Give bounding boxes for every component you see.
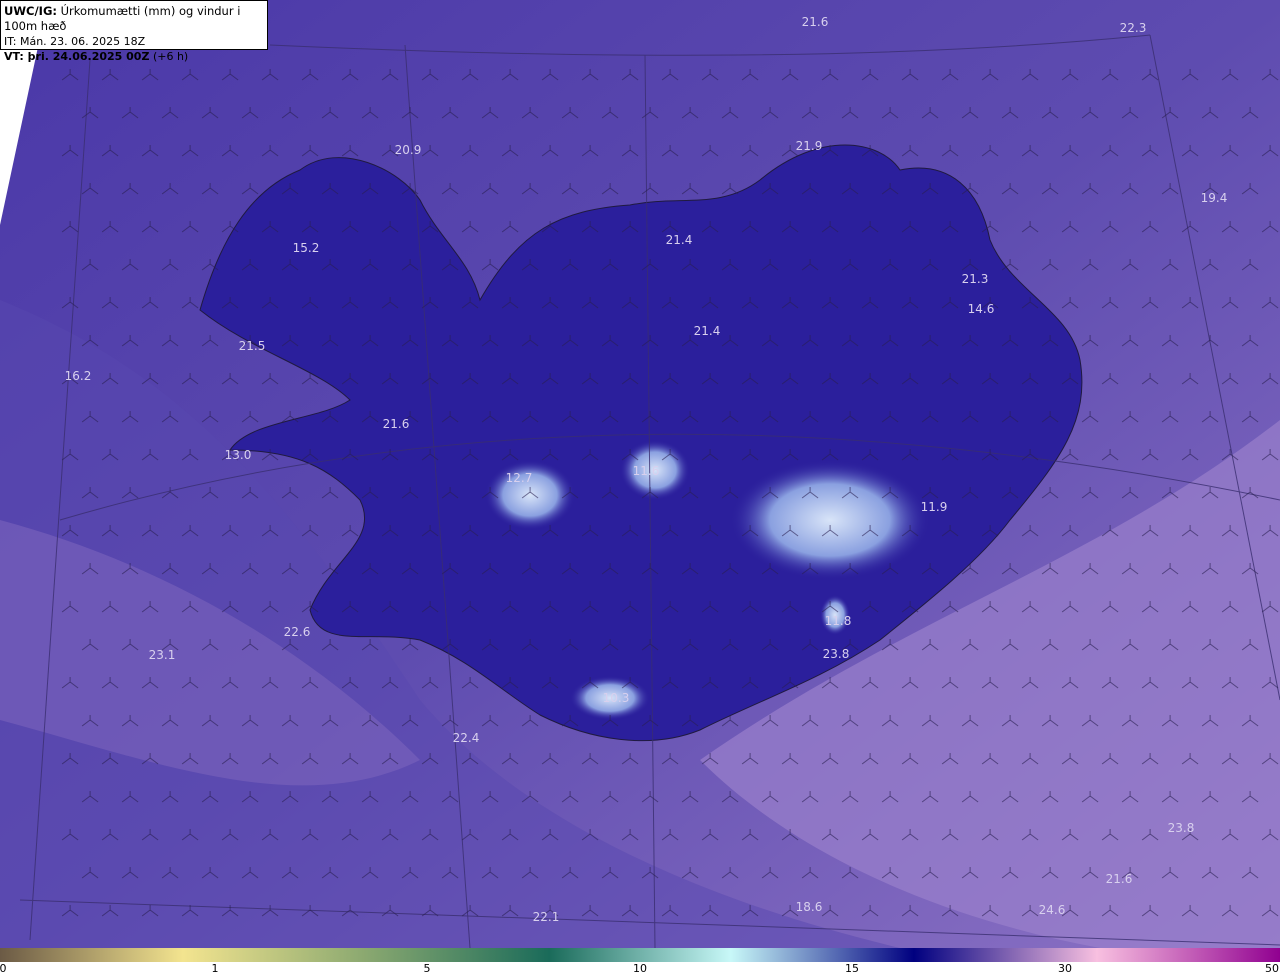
map-value-label: 14.6	[967, 302, 995, 316]
map-value-label: 21.4	[665, 233, 693, 247]
map-value-label: 10.3	[602, 691, 630, 705]
map-value-label: 21.6	[1105, 872, 1133, 886]
lead-time: (+6 h)	[152, 50, 189, 63]
map-info-box: UWC/IG: Úrkomumætti (mm) og vindur i 100…	[0, 0, 268, 63]
map-value-label: 21.6	[382, 417, 410, 431]
glacier-vatnajokull	[730, 460, 930, 580]
issue-time: IT: Mán. 23. 06. 2025 18Z	[4, 35, 146, 48]
map-value-label: 21.3	[961, 272, 989, 286]
map-value-label: 21.6	[801, 15, 829, 29]
color-scale-tick: 50	[1265, 962, 1279, 975]
map-value-label: 24.6	[1038, 903, 1066, 917]
map-value-label: 18.6	[795, 900, 823, 914]
map-value-label: 23.8	[1167, 821, 1195, 835]
map-value-label: 13.0	[224, 448, 252, 462]
map-value-label: 21.5	[238, 339, 266, 353]
map-value-label: 23.8	[822, 647, 850, 661]
map-value-label: 19.4	[1200, 191, 1228, 205]
map-value-label: 12.7	[505, 471, 533, 485]
map-value-label: 16.2	[64, 369, 92, 383]
map-value-label: 22.1	[532, 910, 560, 924]
map-value-label: 20.9	[394, 143, 422, 157]
valid-time: VT: þri. 24.06.2025 00Z	[4, 50, 150, 63]
map-value-label: 22.6	[283, 625, 311, 639]
color-scale-tick: 15	[845, 962, 859, 975]
map-value-label: 23.1	[148, 648, 176, 662]
map-value-label: 21.9	[795, 139, 823, 153]
map-value-label: 11.8	[824, 614, 852, 628]
color-scale-tick: 0	[0, 962, 7, 975]
map-value-label: 22.4	[452, 731, 480, 745]
color-scale-tick: 1	[211, 962, 219, 975]
color-scale-tick: 30	[1058, 962, 1072, 975]
color-scale-tick: 5	[423, 962, 431, 975]
map-value-label: 15.2	[292, 241, 320, 255]
map-value-label: 11.9	[920, 500, 948, 514]
map-value-label: 21.4	[693, 324, 721, 338]
model-label: UWC/IG:	[4, 4, 57, 18]
color-scale-bar	[0, 948, 1280, 962]
color-scale-tick: 10	[633, 962, 647, 975]
map-value-label: 11.6	[632, 464, 660, 478]
map-value-label: 22.3	[1119, 21, 1147, 35]
